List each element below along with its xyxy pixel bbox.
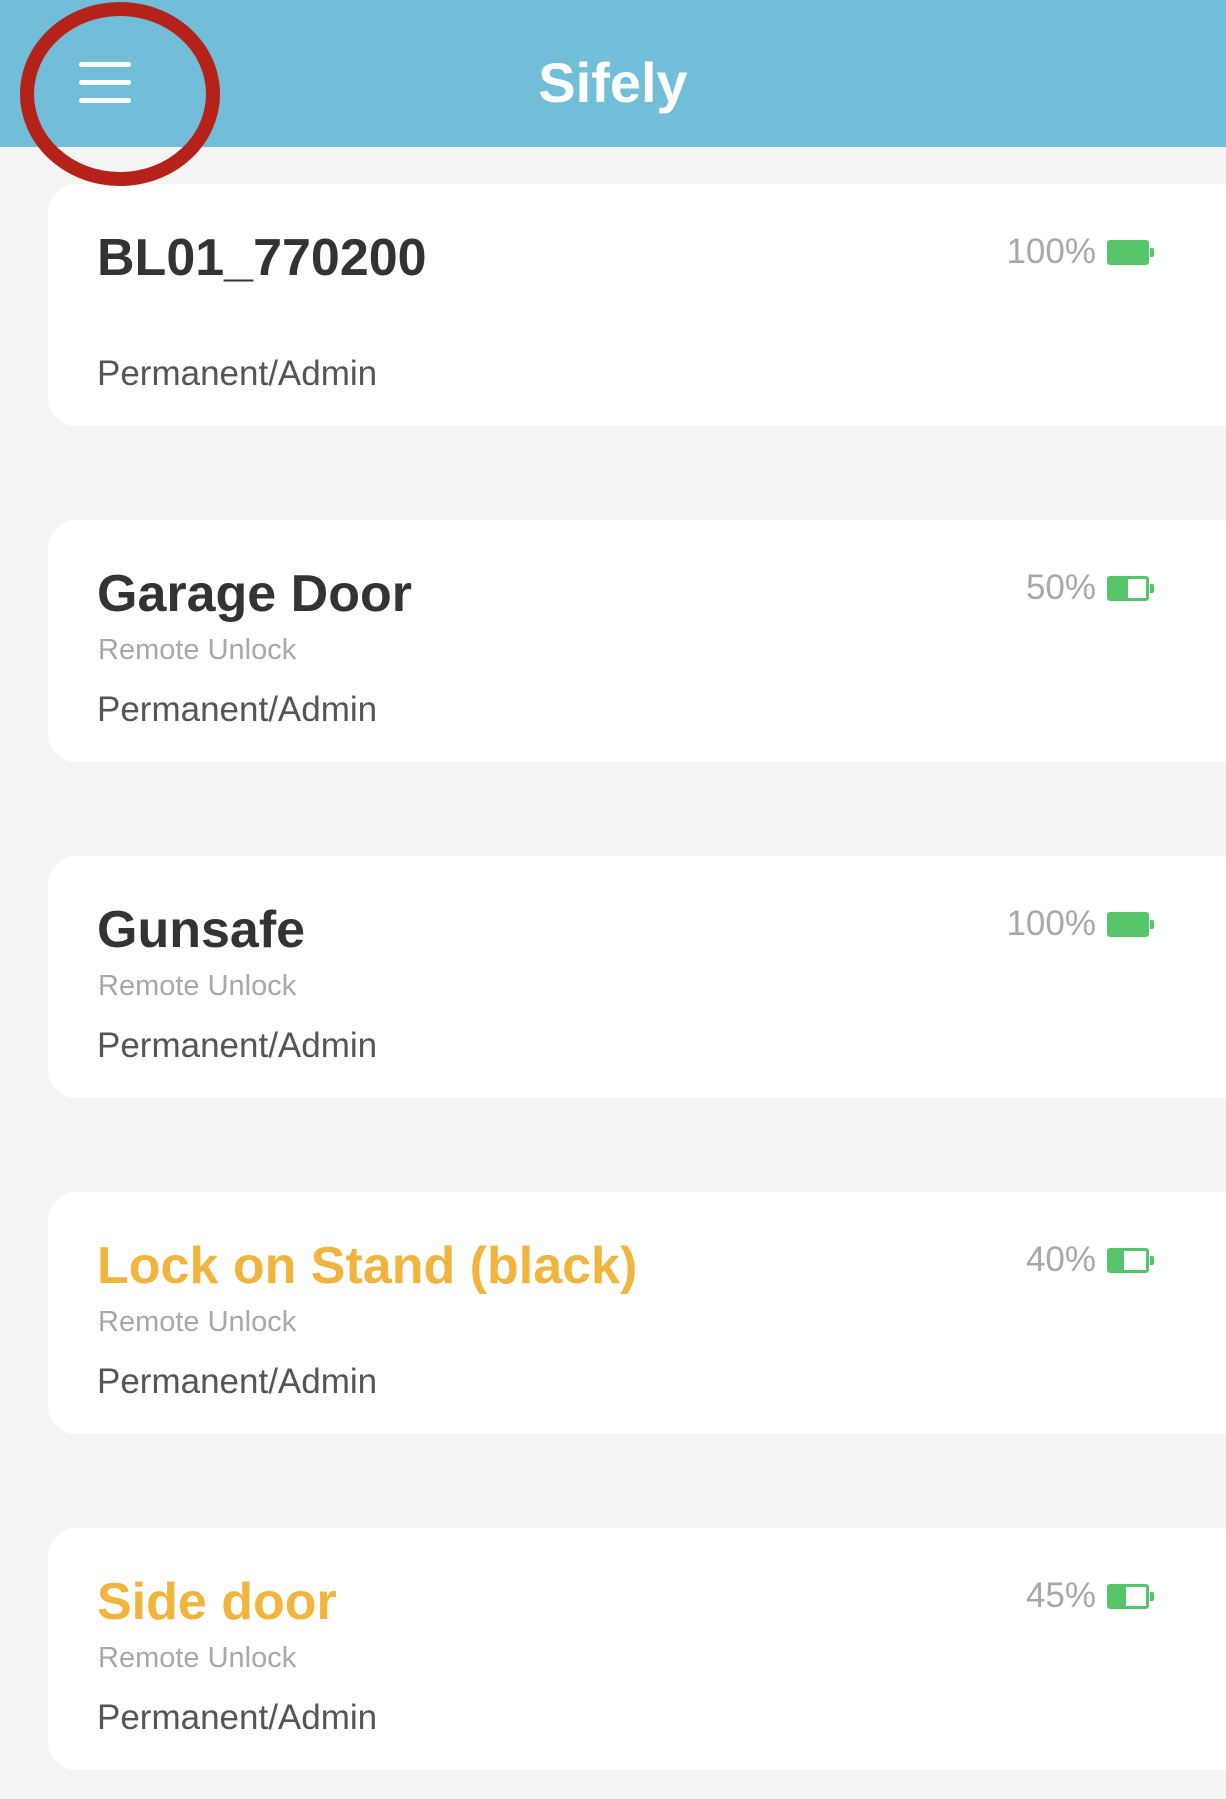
lock-name: BL01_770200	[97, 229, 427, 287]
lock-card[interactable]: Side door Remote Unlock Permanent/Admin …	[48, 1528, 1226, 1770]
battery-icon	[1107, 239, 1154, 265]
battery-icon	[1107, 1247, 1154, 1273]
lock-card[interactable]: Garage Door Remote Unlock Permanent/Admi…	[48, 520, 1226, 762]
hamburger-menu-button[interactable]	[60, 52, 150, 112]
battery-status: 100%	[1006, 232, 1154, 272]
battery-terminal	[1150, 1255, 1154, 1265]
battery-terminal	[1150, 1591, 1154, 1601]
lock-feature-label: Remote Unlock	[98, 1642, 297, 1674]
lock-list: BL01_770200 Permanent/Admin 100% Garage …	[48, 184, 1226, 1770]
app-header	[0, 0, 1226, 147]
battery-percent: 50%	[1025, 568, 1096, 607]
lock-access-type: Permanent/Admin	[97, 690, 378, 729]
lock-access-type: Permanent/Admin	[97, 1698, 378, 1737]
battery-status: 50%	[1025, 568, 1154, 608]
battery-status: 100%	[1006, 904, 1154, 944]
lock-name: Lock on Stand (black)	[97, 1237, 638, 1295]
lock-card[interactable]: BL01_770200 Permanent/Admin 100%	[48, 184, 1226, 426]
battery-status: 40%	[1025, 1240, 1154, 1280]
lock-feature-label: Remote Unlock	[98, 970, 297, 1002]
battery-fill	[1110, 242, 1146, 262]
battery-percent: 45%	[1025, 1576, 1096, 1615]
battery-percent: 100%	[1006, 232, 1096, 271]
lock-card[interactable]: Lock on Stand (black) Remote Unlock Perm…	[48, 1192, 1226, 1434]
battery-fill	[1110, 1586, 1127, 1606]
lock-access-type: Permanent/Admin	[97, 354, 378, 393]
lock-access-type: Permanent/Admin	[97, 1026, 378, 1065]
lock-name: Garage Door	[97, 565, 412, 623]
battery-terminal	[1150, 583, 1154, 593]
lock-feature-label: Remote Unlock	[98, 1306, 297, 1338]
menu-icon-bar	[79, 80, 131, 85]
battery-percent: 40%	[1025, 1240, 1096, 1279]
lock-feature-label: Remote Unlock	[98, 634, 297, 666]
battery-icon	[1107, 1583, 1154, 1609]
battery-icon	[1107, 575, 1154, 601]
menu-icon-bar	[79, 98, 131, 103]
lock-name: Side door	[97, 1573, 337, 1631]
battery-icon	[1107, 911, 1154, 937]
lock-name: Gunsafe	[97, 901, 306, 959]
battery-percent: 100%	[1006, 904, 1096, 943]
menu-icon-bar	[79, 62, 131, 67]
battery-terminal	[1150, 247, 1154, 257]
battery-fill	[1110, 578, 1128, 598]
battery-fill	[1110, 914, 1146, 934]
battery-status: 45%	[1025, 1576, 1154, 1616]
battery-fill	[1110, 1250, 1125, 1270]
battery-terminal	[1150, 919, 1154, 929]
lock-card[interactable]: Gunsafe Remote Unlock Permanent/Admin 10…	[48, 856, 1226, 1098]
lock-access-type: Permanent/Admin	[97, 1362, 378, 1401]
